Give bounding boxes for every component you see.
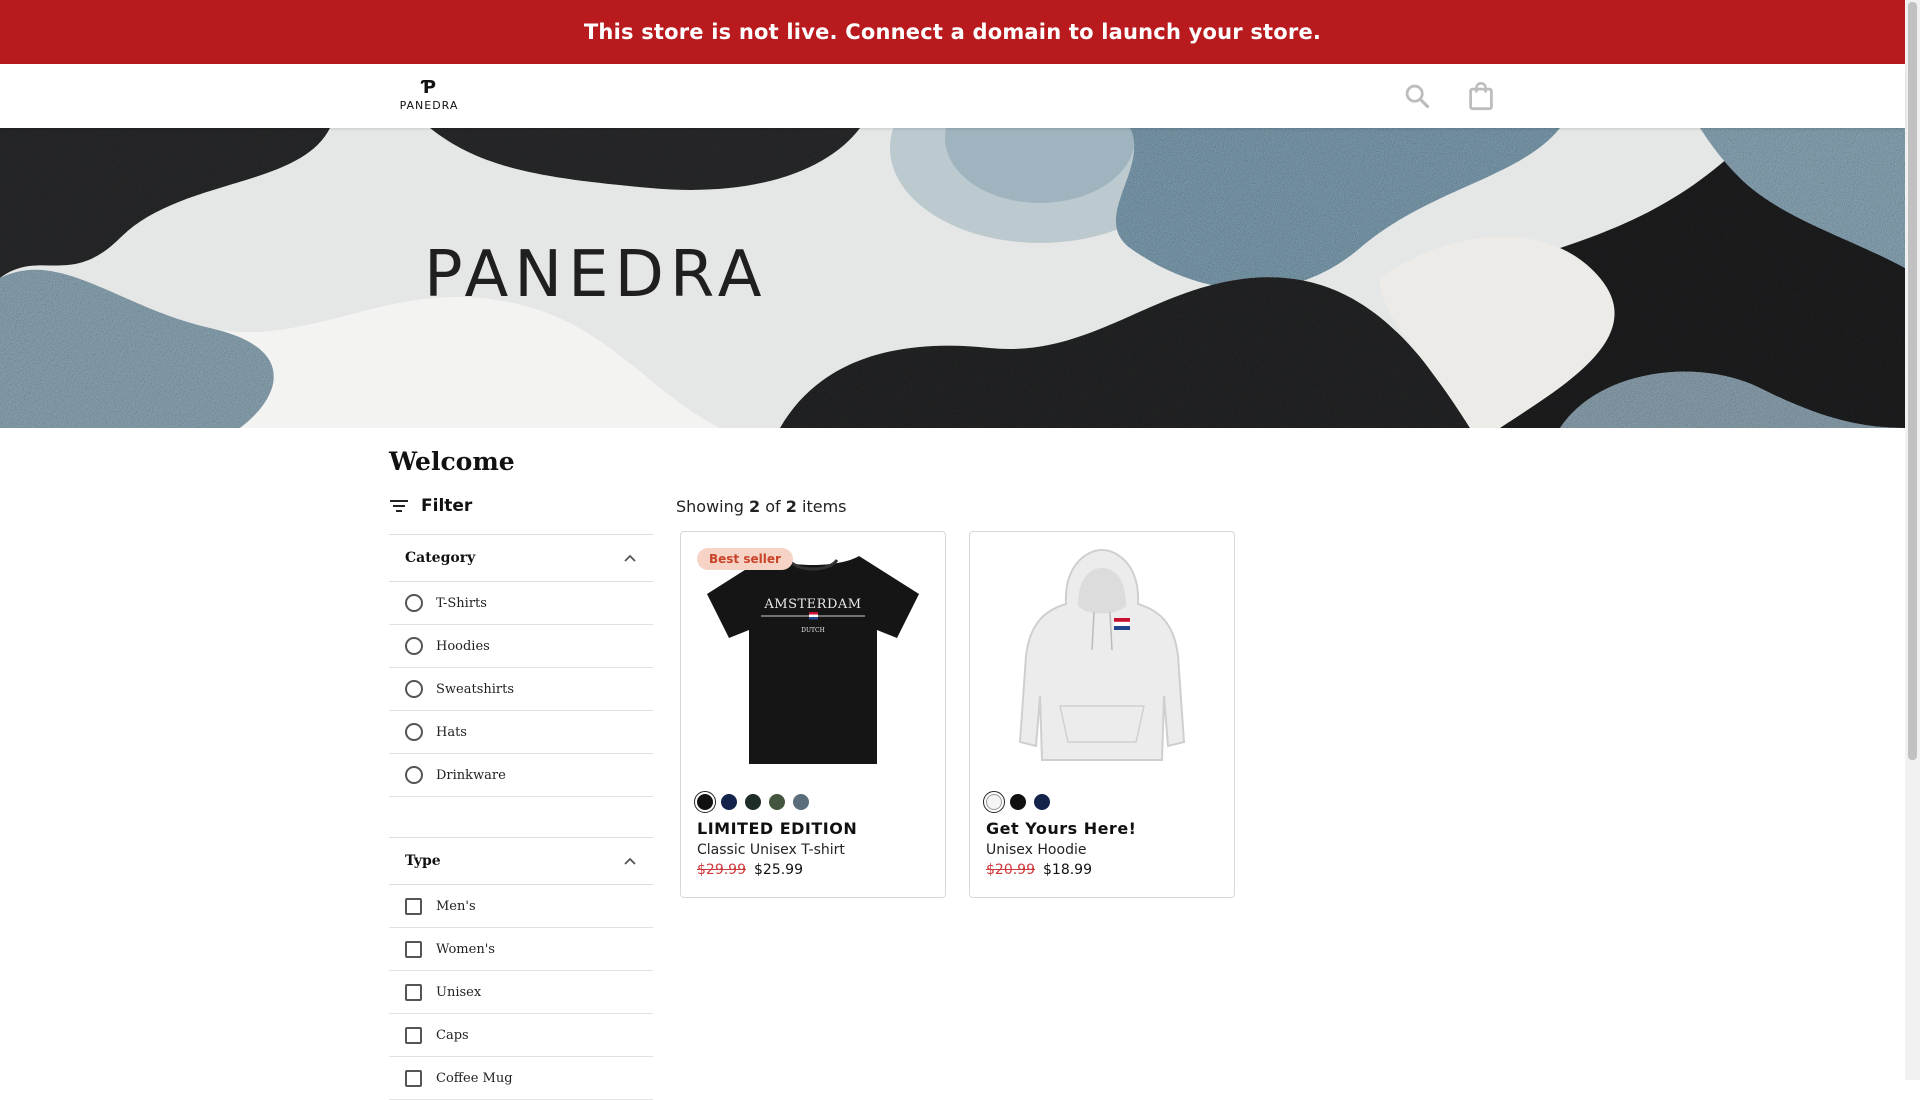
color-swatch[interactable] (1034, 794, 1050, 810)
hero-banner: PANEDRA (0, 128, 1905, 428)
checkbox[interactable] (405, 1026, 422, 1044)
search-icon (1405, 84, 1430, 109)
option-label: Sweatshirts (436, 681, 515, 697)
filter-icon (390, 500, 408, 512)
color-swatch[interactable] (769, 794, 785, 810)
results-total: 2 (785, 497, 797, 516)
product-image-tshirt[interactable]: AMSTERDAM DUTCH (697, 546, 929, 770)
type-title: Type (405, 853, 441, 869)
store-not-live-banner: This store is not live. Connect a domain… (0, 0, 1905, 64)
category-option-hats[interactable]: Hats (389, 711, 653, 754)
store-logo[interactable]: Ƥ PANEDRA (397, 77, 461, 113)
checkbox[interactable] (405, 940, 422, 958)
category-option-hoodies[interactable]: Hoodies (389, 625, 653, 668)
top-navbar: Ƥ PANEDRA (0, 64, 1905, 128)
hero-background-art (0, 128, 1905, 428)
product-card-tshirt[interactable]: Best seller AMSTERDAM DUTCH LIMITED EDIT… (680, 531, 946, 898)
option-label: Women's (436, 941, 495, 957)
filter-toggle[interactable]: Filter (389, 496, 472, 516)
option-label: Unisex (436, 984, 482, 1000)
page-scrollbar[interactable] (1905, 0, 1920, 1080)
chevron-up-icon (624, 857, 636, 865)
category-option-sweatshirts[interactable]: Sweatshirts (389, 668, 653, 711)
type-option-mens[interactable]: Men's (389, 885, 653, 928)
results-count: Showing 2 of 2 items (676, 497, 846, 516)
type-option-womens[interactable]: Women's (389, 928, 653, 971)
color-swatch[interactable] (983, 791, 1005, 813)
color-swatches (983, 791, 1050, 813)
type-section-header[interactable]: Type (389, 837, 653, 885)
type-option-unisex[interactable]: Unisex (389, 971, 653, 1014)
category-option-drinkware[interactable]: Drinkware (389, 754, 653, 797)
option-label: Hoodies (436, 638, 490, 654)
category-option-tshirts[interactable]: T-Shirts (389, 582, 653, 625)
product-title: LIMITED EDITION (697, 819, 858, 838)
tshirt-print-top: AMSTERDAM (763, 597, 861, 612)
option-label: Men's (436, 898, 476, 914)
color-swatch[interactable] (745, 794, 761, 810)
tshirt-print-bottom: DUTCH (801, 627, 825, 634)
results-of: of (765, 497, 781, 516)
logo-mark: Ƥ (421, 77, 437, 98)
checkbox[interactable] (405, 983, 422, 1001)
product-image-hoodie[interactable] (986, 546, 1218, 770)
filter-label: Filter (421, 496, 473, 516)
results-suffix: items (802, 497, 847, 516)
product-subtitle: Classic Unisex T-shirt (697, 842, 845, 858)
checkbox[interactable] (405, 1069, 422, 1087)
hero-title: PANEDRA (424, 238, 768, 312)
type-option-caps[interactable]: Caps (389, 1014, 653, 1057)
radio-button[interactable] (405, 637, 423, 655)
category-title: Category (405, 550, 476, 566)
color-swatches (694, 791, 809, 813)
results-prefix: Showing (676, 497, 744, 516)
sale-price: $18.99 (1043, 862, 1092, 878)
radio-button[interactable] (405, 594, 423, 612)
best-seller-badge: Best seller (697, 548, 793, 570)
option-label: Caps (436, 1027, 469, 1043)
radio-button[interactable] (405, 766, 423, 784)
type-option-coffee-mug[interactable]: Coffee Mug (389, 1057, 653, 1100)
radio-button[interactable] (405, 680, 423, 698)
search-button[interactable] (1401, 80, 1433, 112)
product-title: Get Yours Here! (986, 819, 1137, 838)
product-card-hoodie[interactable]: Get Yours Here! Unisex Hoodie $20.99 $18.… (969, 531, 1235, 898)
option-label: Coffee Mug (436, 1070, 513, 1086)
shopping-bag-icon (1469, 82, 1493, 111)
checkbox[interactable] (405, 897, 422, 915)
product-subtitle: Unisex Hoodie (986, 842, 1087, 858)
option-label: Hats (436, 724, 467, 740)
product-price: $29.99 $25.99 (697, 862, 803, 878)
filter-sidebar: Category T-Shirts Hoodies Sweatshirts Ha… (389, 534, 653, 1100)
banner-text: This store is not live. Connect a domain… (583, 20, 1322, 44)
radio-button[interactable] (405, 723, 423, 741)
page-title: Welcome (389, 447, 515, 476)
color-swatch[interactable] (1010, 794, 1026, 810)
color-swatch[interactable] (721, 794, 737, 810)
cart-button[interactable] (1465, 80, 1497, 112)
option-label: T-Shirts (436, 595, 487, 611)
option-label: Drinkware (436, 767, 506, 783)
results-shown: 2 (749, 497, 761, 516)
logo-text: PANEDRA (399, 99, 459, 112)
original-price: $20.99 (986, 862, 1035, 878)
chevron-up-icon (624, 554, 636, 562)
sale-price: $25.99 (754, 862, 803, 878)
original-price: $29.99 (697, 862, 746, 878)
color-swatch[interactable] (793, 794, 809, 810)
product-price: $20.99 $18.99 (986, 862, 1092, 878)
scrollbar-thumb[interactable] (1908, 2, 1917, 760)
color-swatch[interactable] (694, 791, 716, 813)
category-section-header[interactable]: Category (389, 534, 653, 582)
